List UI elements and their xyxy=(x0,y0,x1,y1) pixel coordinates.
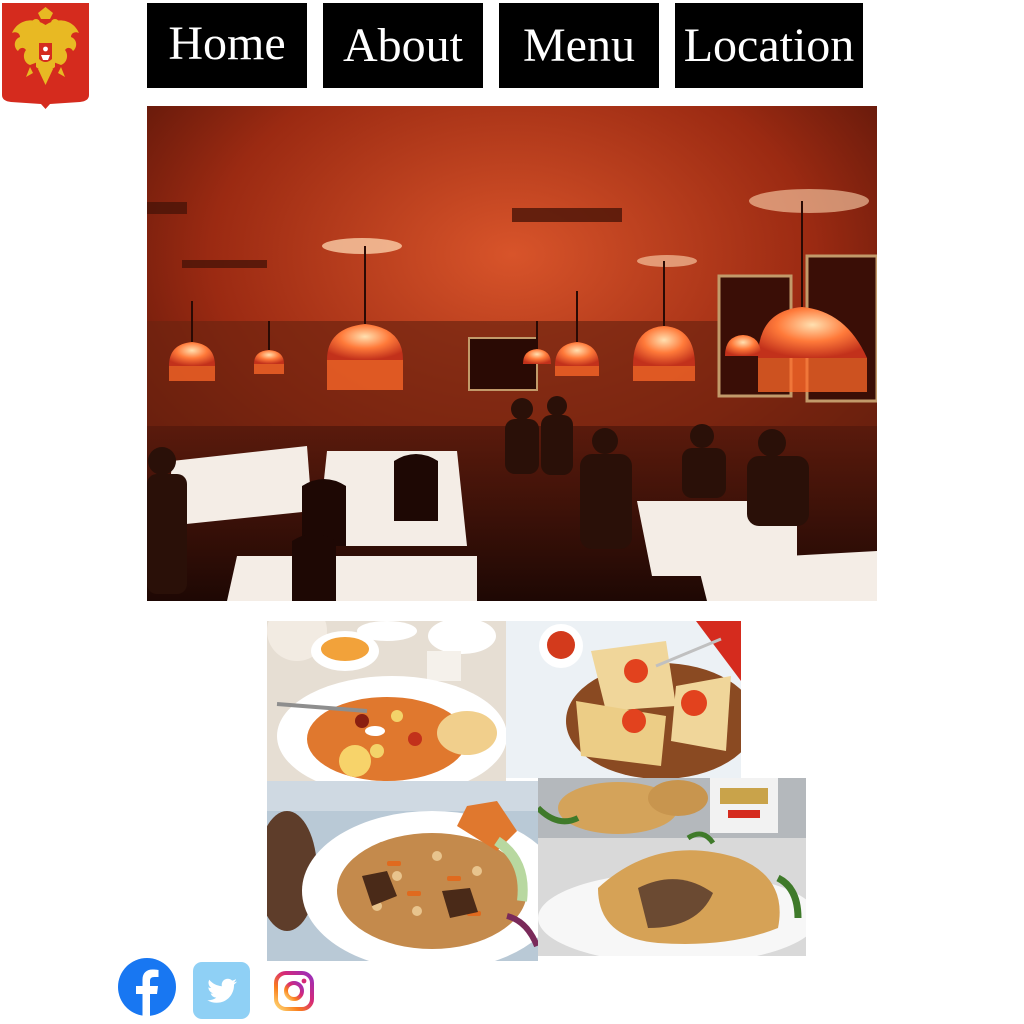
page: Home About Menu Location xyxy=(0,0,1024,1024)
food-image-pirozhki xyxy=(538,778,806,956)
nav-location-button[interactable]: Location xyxy=(675,3,863,88)
nav-about-button[interactable]: About xyxy=(323,3,483,88)
facebook-icon[interactable] xyxy=(118,958,176,1016)
instagram-icon[interactable] xyxy=(274,971,314,1011)
food-image-plov xyxy=(267,781,538,961)
nav-menu-button[interactable]: Menu xyxy=(499,3,659,88)
food-image-soup xyxy=(267,621,506,781)
food-image-blini xyxy=(506,621,741,778)
twitter-icon[interactable] xyxy=(193,962,250,1019)
russian-coat-of-arms-icon[interactable] xyxy=(0,3,91,109)
nav-home-button[interactable]: Home xyxy=(147,3,307,88)
restaurant-hero-image xyxy=(147,106,877,601)
